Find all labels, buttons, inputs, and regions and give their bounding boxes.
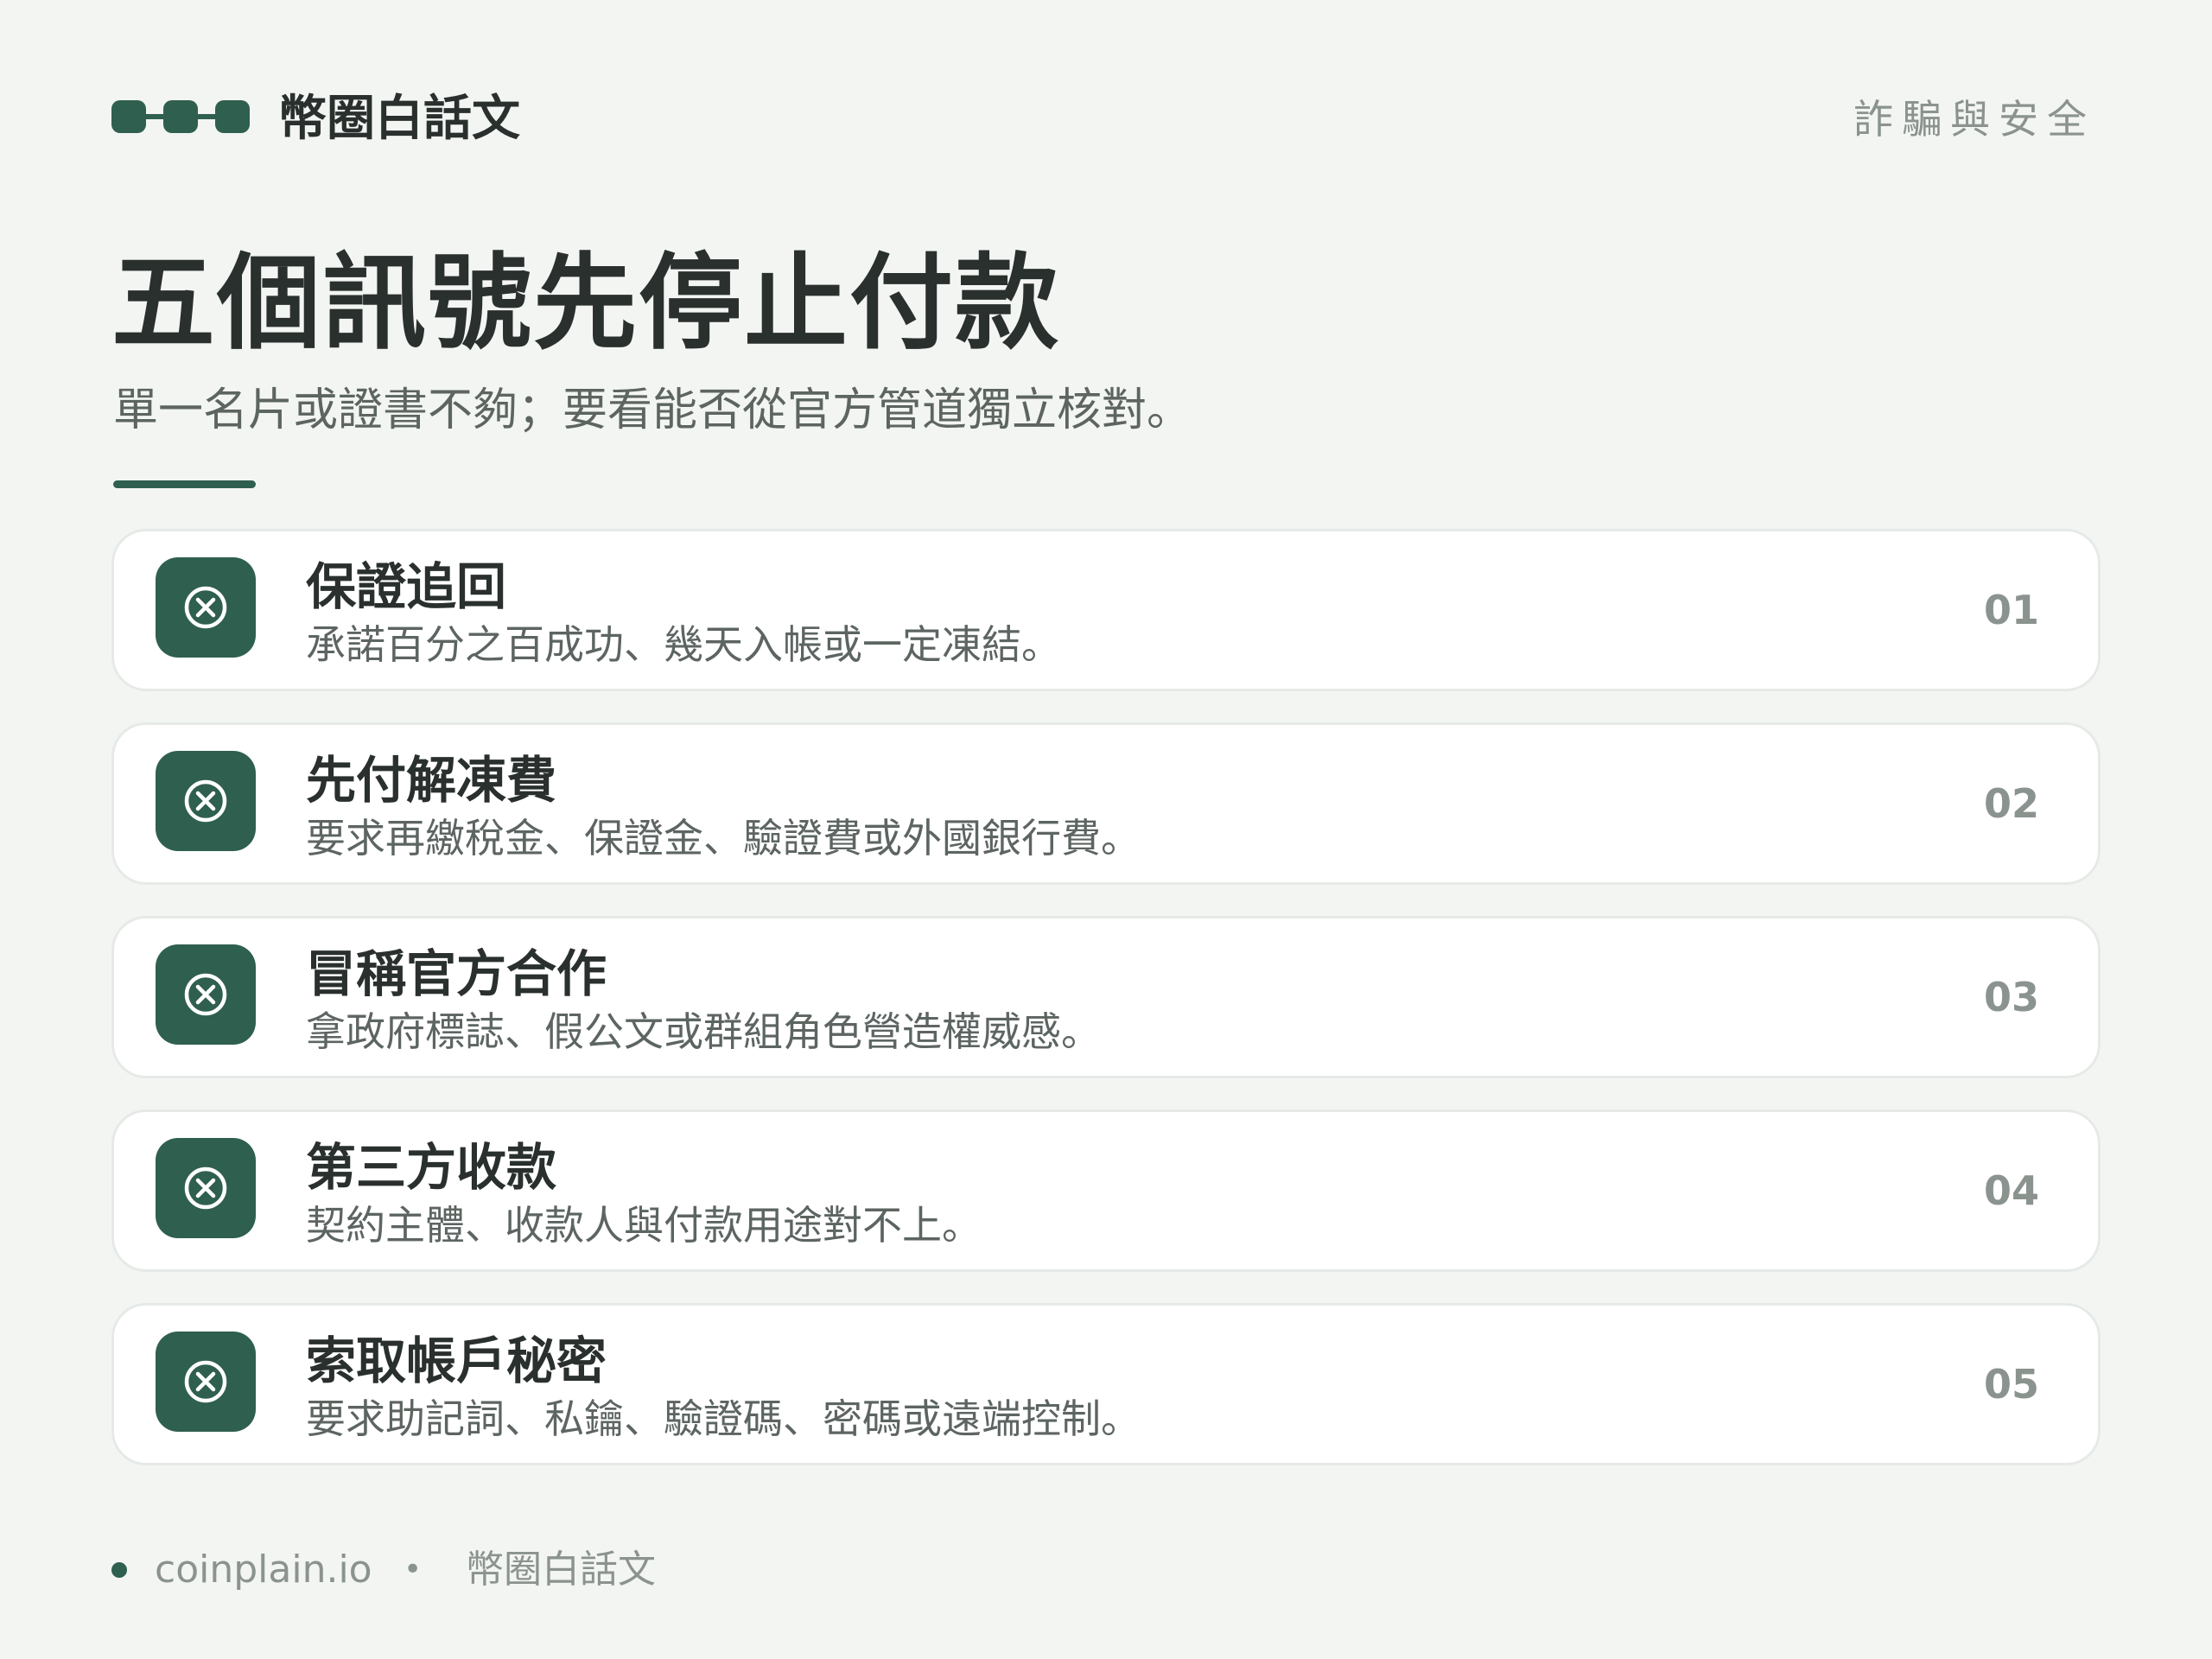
circle-x-icon: [156, 557, 256, 658]
circle-x-icon: [156, 751, 256, 851]
circle-x-icon: [156, 1138, 256, 1238]
signal-card: 索取帳戶秘密 要求助記詞、私鑰、驗證碼、密碼或遠端控制。 05: [111, 1303, 2101, 1465]
signal-description: 拿政府標誌、假公文或群組角色營造權威感。: [306, 1008, 1101, 1055]
signal-card: 保證追回 承諾百分之百成功、幾天入帳或一定凍結。 01: [111, 529, 2101, 691]
signal-number: 05: [1983, 1361, 2039, 1408]
signal-number: 01: [1983, 587, 2039, 633]
circle-x-icon: [156, 944, 256, 1045]
signal-card: 冒稱官方合作 拿政府標誌、假公文或群組角色營造權威感。 03: [111, 916, 2101, 1078]
category-label: 詐騙與安全: [1853, 96, 2095, 143]
footer-site-link[interactable]: coinplain.io: [155, 1540, 372, 1600]
signal-number: 02: [1983, 780, 2039, 827]
page-title: 五個訊號先停止付款: [111, 244, 1060, 364]
footer-dot-icon: [111, 1562, 127, 1578]
signal-title: 冒稱官方合作: [306, 944, 607, 1003]
signal-title: 第三方收款: [306, 1138, 557, 1197]
signal-title: 保證追回: [306, 557, 507, 616]
accent-divider: [113, 480, 256, 488]
signal-title: 索取帳戶秘密: [306, 1332, 607, 1390]
signal-number: 04: [1983, 1167, 2039, 1214]
signal-description: 要求助記詞、私鑰、驗證碼、密碼或遠端控制。: [306, 1395, 1141, 1442]
signal-number: 03: [1983, 974, 2039, 1020]
footer-brand: 幣圈白話文: [466, 1548, 656, 1592]
chain-link-logo-icon: [111, 100, 250, 133]
footer-separator: •: [404, 1552, 423, 1587]
page-subtitle: 單一名片或證書不夠；要看能否從官方管道獨立核對。: [113, 385, 1192, 436]
signal-title: 先付解凍費: [306, 751, 557, 810]
brand-name: 幣圈白話文: [278, 91, 520, 147]
signal-card: 先付解凍費 要求再繳稅金、保證金、驗證費或外國銀行費。 02: [111, 722, 2101, 885]
signal-card: 第三方收款 契約主體、收款人與付款用途對不上。 04: [111, 1109, 2101, 1272]
header: 幣圈白話文 詐騙與安全: [111, 86, 2101, 152]
signal-description: 承諾百分之百成功、幾天入帳或一定凍結。: [306, 621, 1061, 668]
signal-description: 要求再繳稅金、保證金、驗證費或外國銀行費。: [306, 815, 1141, 861]
signal-description: 契約主體、收款人與付款用途對不上。: [306, 1202, 982, 1249]
circle-x-icon: [156, 1332, 256, 1432]
